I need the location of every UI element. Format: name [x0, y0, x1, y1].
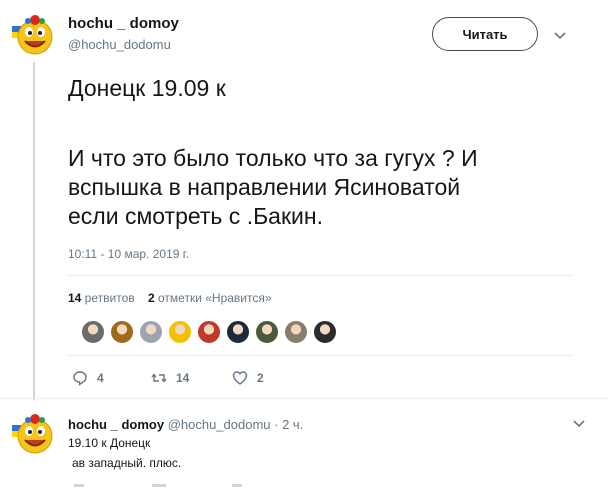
reply-header: hochu _ domoy @hochu_dodomu · 2 ч. — [68, 417, 303, 432]
thread-connector-line — [33, 62, 35, 400]
tweet-stats: 14 ретвитов 2 отметки «Нравится» — [68, 291, 272, 305]
tweet-text-line: Донецк 19.09 к — [68, 75, 226, 101]
retweet-button[interactable]: 14 — [151, 370, 189, 386]
reply-text-line: 19.10 к Донецк — [68, 436, 151, 450]
like-count: 2 — [257, 371, 264, 385]
user-handle[interactable]: @hochu_dodomu — [68, 37, 171, 52]
tweet-text: Донецк 19.09 к И что это было только что… — [68, 74, 588, 231]
divider — [68, 275, 572, 276]
heart-icon — [232, 371, 248, 385]
retweet-count: 14 — [176, 371, 190, 385]
reply-icon — [73, 371, 87, 386]
chevron-down-icon[interactable] — [552, 27, 568, 43]
likes-stat[interactable]: 2 отметки «Нравится» — [148, 291, 272, 305]
avatar[interactable] — [10, 12, 56, 58]
liker-avatar-6[interactable] — [226, 320, 250, 344]
reply-button[interactable]: 4 — [72, 370, 104, 386]
like-button[interactable]: 2 — [232, 370, 264, 386]
divider — [0, 398, 608, 399]
retweets-count: 14 — [68, 291, 82, 305]
liker-avatar-7[interactable] — [255, 320, 279, 344]
liker-avatar-2[interactable] — [110, 320, 134, 344]
likes-label: отметки «Нравится» — [158, 291, 272, 305]
smiley-avatar-icon — [10, 12, 56, 58]
retweet-icon — [151, 373, 167, 383]
reply-text-line: ав западный. плюс. — [72, 456, 182, 470]
reply-actions-cropped-icon — [74, 484, 242, 487]
tweet-text-line: если смотреть с .Бакин. — [68, 203, 323, 229]
likes-count: 2 — [147, 291, 155, 305]
reply-handle-time[interactable]: @hochu_dodomu · 2 ч. — [168, 417, 304, 432]
avatar[interactable] — [10, 411, 56, 457]
follow-button[interactable]: Читать — [432, 17, 538, 51]
reply-actions-partial — [72, 484, 272, 489]
smiley-avatar-icon — [10, 411, 56, 457]
retweets-label: ретвитов — [84, 291, 135, 305]
reply-count: 4 — [97, 371, 104, 385]
tweet-text-line: вспышка в направлении Ясиноватой — [68, 174, 461, 200]
display-name[interactable]: hochu _ domoy — [68, 15, 179, 32]
tweet-text-line: И что это было только что за гугух ? И — [68, 145, 478, 171]
reply-display-name[interactable]: hochu _ domoy — [68, 417, 164, 432]
divider — [68, 355, 572, 356]
chevron-down-icon[interactable] — [571, 415, 587, 431]
liker-avatar-8[interactable] — [284, 320, 308, 344]
liker-avatar-5[interactable] — [197, 320, 221, 344]
tweet-timestamp[interactable]: 10:11 - 10 мар. 2019 г. — [68, 247, 189, 261]
liker-avatar-1[interactable] — [81, 320, 105, 344]
liker-avatar-3[interactable] — [139, 320, 163, 344]
retweets-stat[interactable]: 14 ретвитов — [68, 291, 135, 305]
liker-avatar-9[interactable] — [313, 320, 337, 344]
liker-avatar-4[interactable] — [168, 320, 192, 344]
